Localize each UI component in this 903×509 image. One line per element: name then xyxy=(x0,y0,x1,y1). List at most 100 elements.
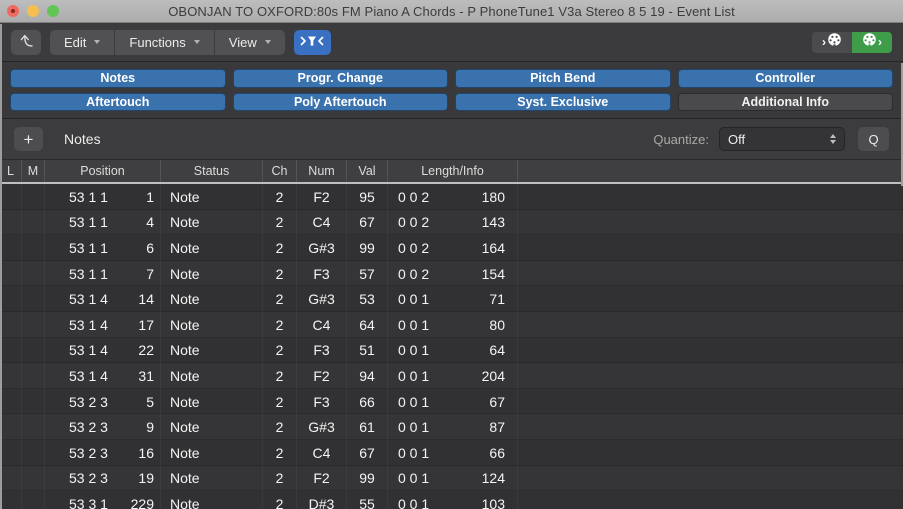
event-filter-toggle-button[interactable] xyxy=(293,29,331,55)
filter-button-progr-change[interactable]: Progr. Change xyxy=(232,69,448,88)
filter-button-aftertouch[interactable]: Aftertouch xyxy=(10,92,226,111)
cell-note-number[interactable]: G#3 xyxy=(297,414,347,440)
cell-length-info[interactable]: 0 0 1 71 xyxy=(388,286,518,312)
cell-length-info[interactable]: 0 0 1 64 xyxy=(388,337,518,364)
cell-l[interactable] xyxy=(0,311,22,338)
quantize-apply-button[interactable]: Q xyxy=(858,127,889,151)
midi-out-button[interactable]: › xyxy=(852,31,892,53)
filter-button-controller[interactable]: Controller xyxy=(677,69,893,88)
cell-velocity[interactable]: 67 xyxy=(347,439,388,466)
cell-position[interactable]: 53 2 3 9 xyxy=(45,414,161,440)
cell-velocity[interactable]: 53 xyxy=(347,286,388,312)
cell-l[interactable] xyxy=(0,235,22,261)
cell-status[interactable]: Note xyxy=(161,311,263,338)
quantize-select[interactable]: Off xyxy=(719,127,845,151)
event-row[interactable]: 53 2 3 9 Note 2 G#3 61 0 0 1 87 xyxy=(0,414,903,440)
cell-position[interactable]: 53 1 1 6 xyxy=(45,235,161,261)
cell-position[interactable]: 53 3 1 229 xyxy=(45,491,161,509)
filter-button-pitch-bend[interactable]: Pitch Bend xyxy=(455,69,671,88)
event-row[interactable]: 53 3 1 229 Note 2 D#3 55 0 0 1 103 xyxy=(0,491,903,509)
cell-l[interactable] xyxy=(0,491,22,509)
cell-channel[interactable]: 2 xyxy=(263,465,297,492)
cell-note-number[interactable]: C4 xyxy=(297,439,347,466)
cell-m[interactable] xyxy=(22,465,45,492)
cell-channel[interactable]: 2 xyxy=(263,235,297,261)
cell-note-number[interactable]: C4 xyxy=(297,209,347,236)
cell-status[interactable]: Note xyxy=(161,286,263,312)
cell-velocity[interactable]: 95 xyxy=(347,184,388,210)
cell-status[interactable]: Note xyxy=(161,388,263,415)
event-row[interactable]: 53 2 3 19 Note 2 F2 99 0 0 1 124 xyxy=(0,465,903,492)
cell-note-number[interactable]: G#3 xyxy=(297,286,347,312)
cell-l[interactable] xyxy=(0,260,22,287)
cell-channel[interactable]: 2 xyxy=(263,388,297,415)
cell-channel[interactable]: 2 xyxy=(263,286,297,312)
cell-position[interactable]: 53 2 3 16 xyxy=(45,439,161,466)
cell-length-info[interactable]: 0 0 2 143 xyxy=(388,209,518,236)
cell-length-info[interactable]: 0 0 2 164 xyxy=(388,235,518,261)
cell-velocity[interactable]: 66 xyxy=(347,388,388,415)
event-row[interactable]: 53 1 1 7 Note 2 F3 57 0 0 2 154 xyxy=(0,260,903,287)
view-menu[interactable]: View xyxy=(215,30,285,55)
cell-channel[interactable]: 2 xyxy=(263,439,297,466)
cell-channel[interactable]: 2 xyxy=(263,363,297,389)
cell-note-number[interactable]: F3 xyxy=(297,260,347,287)
cell-length-info[interactable]: 0 0 1 103 xyxy=(388,491,518,509)
functions-menu[interactable]: Functions xyxy=(115,29,215,55)
cell-m[interactable] xyxy=(22,337,45,364)
cell-velocity[interactable]: 55 xyxy=(347,491,388,509)
cell-status[interactable]: Note xyxy=(161,337,263,364)
filter-button-poly-aftertouch[interactable]: Poly Aftertouch xyxy=(232,92,448,111)
cell-note-number[interactable]: G#3 xyxy=(297,235,347,261)
cell-status[interactable]: Note xyxy=(161,465,263,492)
go-up-hierarchy-button[interactable] xyxy=(11,29,41,55)
cell-status[interactable]: Note xyxy=(161,439,263,466)
cell-velocity[interactable]: 61 xyxy=(347,414,388,440)
cell-length-info[interactable]: 0 0 1 80 xyxy=(388,311,518,338)
cell-status[interactable]: Note xyxy=(161,260,263,287)
cell-channel[interactable]: 2 xyxy=(263,209,297,236)
cell-l[interactable] xyxy=(0,209,22,236)
close-button[interactable] xyxy=(7,5,19,17)
cell-length-info[interactable]: 0 0 1 66 xyxy=(388,439,518,466)
cell-position[interactable]: 53 2 3 19 xyxy=(45,465,161,492)
edit-menu[interactable]: Edit xyxy=(50,29,116,55)
cell-length-info[interactable]: 0 0 1 67 xyxy=(388,388,518,415)
cell-l[interactable] xyxy=(0,414,22,440)
cell-velocity[interactable]: 57 xyxy=(347,260,388,287)
cell-channel[interactable]: 2 xyxy=(263,337,297,364)
event-row[interactable]: 53 1 4 14 Note 2 G#3 53 0 0 1 71 xyxy=(0,286,903,312)
cell-channel[interactable]: 2 xyxy=(263,184,297,210)
cell-status[interactable]: Note xyxy=(161,235,263,261)
cell-l[interactable] xyxy=(0,337,22,364)
cell-channel[interactable]: 2 xyxy=(263,414,297,440)
cell-position[interactable]: 53 1 1 4 xyxy=(45,209,161,236)
cell-channel[interactable]: 2 xyxy=(263,491,297,509)
cell-status[interactable]: Note xyxy=(161,414,263,440)
cell-l[interactable] xyxy=(0,184,22,210)
midi-in-button[interactable]: › xyxy=(812,31,852,53)
filter-button-syst-exclusive[interactable]: Syst. Exclusive xyxy=(455,92,671,111)
cell-m[interactable] xyxy=(22,491,45,509)
minimize-button[interactable] xyxy=(27,5,39,17)
cell-velocity[interactable]: 99 xyxy=(347,235,388,261)
cell-channel[interactable]: 2 xyxy=(263,311,297,338)
filter-button-additional-info[interactable]: Additional Info xyxy=(677,92,893,111)
cell-m[interactable] xyxy=(22,414,45,440)
cell-m[interactable] xyxy=(22,439,45,466)
event-row[interactable]: 53 2 3 5 Note 2 F3 66 0 0 1 67 xyxy=(0,388,903,415)
cell-position[interactable]: 53 1 4 17 xyxy=(45,311,161,338)
cell-note-number[interactable]: D#3 xyxy=(297,491,347,509)
cell-l[interactable] xyxy=(0,388,22,415)
cell-length-info[interactable]: 0 0 2 154 xyxy=(388,260,518,287)
cell-status[interactable]: Note xyxy=(161,363,263,389)
cell-velocity[interactable]: 51 xyxy=(347,337,388,364)
cell-l[interactable] xyxy=(0,286,22,312)
cell-velocity[interactable]: 94 xyxy=(347,363,388,389)
cell-m[interactable] xyxy=(22,209,45,236)
cell-l[interactable] xyxy=(0,363,22,389)
event-row[interactable]: 53 1 4 22 Note 2 F3 51 0 0 1 64 xyxy=(0,337,903,364)
cell-m[interactable] xyxy=(22,260,45,287)
cell-note-number[interactable]: F3 xyxy=(297,337,347,364)
cell-m[interactable] xyxy=(22,184,45,210)
